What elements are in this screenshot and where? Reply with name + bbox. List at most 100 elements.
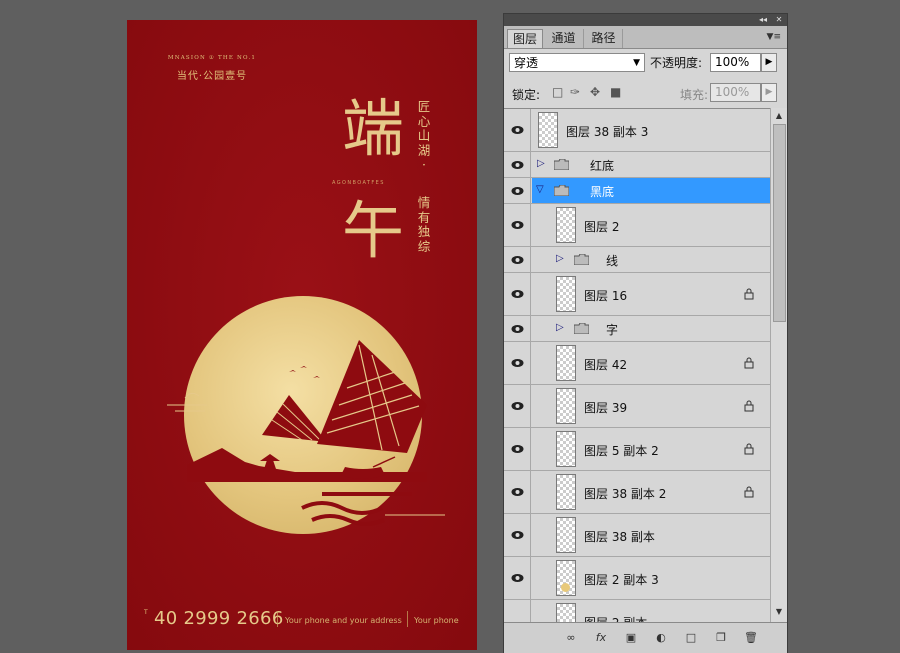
visibility-eye-icon[interactable] [504,273,531,315]
phone-number: 40 2999 2666 [154,608,284,629]
opacity-label: 不透明度: [650,56,703,70]
layer-row[interactable]: 图层 2 副本 [504,600,770,623]
layers-scrollbar[interactable]: ▲ ▼ [770,108,787,622]
visibility-eye-icon[interactable] [504,109,531,151]
layer-name: 图层 42 [584,358,628,372]
layer-row[interactable]: 图层 2 [504,204,770,247]
visibility-eye-icon[interactable] [504,557,531,599]
collapse-icon[interactable]: ◂◂ [758,15,768,24]
panel-footer: ∞ fx ▣ ◐ □ ❐ 🗑 [504,622,787,653]
visibility-eye-icon[interactable] [504,204,531,246]
lock-icon [744,288,754,300]
lock-transparent-icon[interactable]: □ [552,85,563,99]
new-layer-icon[interactable]: ❐ [712,630,730,646]
layer-row[interactable]: 图层 38 副本 [504,514,770,557]
folder-icon [574,323,589,334]
visibility-eye-icon[interactable] [504,342,531,384]
lock-all-icon[interactable]: ■ [610,85,621,99]
lock-icon [744,400,754,412]
layers-panel: ◂◂ ✕ 图层 通道 路径 ▼≡ 穿透 ▼ 不透明度: 100% ▶ 锁定: □… [503,13,788,653]
poster-canvas: MNASION ① THE NO.1 当代·公园壹号 端 午 AGONBOATF… [127,20,477,650]
address-text-2: Your phone [414,616,459,625]
folder-icon [574,254,589,265]
panel-titlebar[interactable]: ◂◂ ✕ [504,14,787,26]
address-text: Your phone and your address [285,616,402,625]
layers-list: 图层 38 副本 3 ▷ 红底 ▽ 黑底 图层 2 ▷ 线 图层 16 ▷ 字 … [504,108,770,623]
group-row-selected[interactable]: ▽ 黑底 [504,178,770,204]
group-name: 黑底 [590,185,615,199]
expand-triangle-icon[interactable]: ▷ [556,253,564,264]
layer-thumbnail [556,388,576,424]
expand-triangle-icon[interactable]: ▷ [556,322,564,333]
layer-name: 图层 38 副本 3 [566,125,649,139]
visibility-eye-icon[interactable] [504,247,531,272]
layer-row[interactable]: 图层 38 副本 3 [504,109,770,152]
layer-name: 图层 39 [584,401,628,415]
adjustment-icon[interactable]: ◐ [652,630,670,646]
footer-divider [277,611,278,627]
tab-channels[interactable]: 通道 [544,29,584,48]
group-row[interactable]: ▷ 线 [504,247,770,273]
layer-thumbnail [556,431,576,467]
group-name: 线 [606,254,619,268]
expand-triangle-icon[interactable]: ▷ [537,158,545,169]
lock-move-icon[interactable]: ✥ [590,85,600,99]
layer-thumbnail [556,474,576,510]
layer-row[interactable]: 图层 39 [504,385,770,428]
new-group-icon[interactable]: □ [682,630,700,646]
layer-name: 图层 5 副本 2 [584,444,659,458]
lock-label: 锁定: [512,88,541,102]
folder-icon [554,185,569,196]
scroll-down-icon[interactable]: ▼ [772,605,786,619]
visibility-eye-icon[interactable] [504,178,531,203]
visibility-eye-icon[interactable] [504,514,531,556]
visibility-eye-icon[interactable] [504,600,531,623]
tab-layers[interactable]: 图层 [507,29,543,48]
group-name: 红底 [590,159,615,173]
visibility-eye-icon[interactable] [504,471,531,513]
scrollbar-thumb[interactable] [773,124,786,322]
trash-icon[interactable]: 🗑 [742,630,760,646]
visibility-eye-icon[interactable] [504,316,531,341]
lock-icon [744,443,754,455]
lock-icon [744,357,754,369]
fx-icon[interactable]: fx [592,630,610,646]
zongzi-landscape-illustration [167,340,445,526]
layer-thumbnail [556,560,576,596]
folder-icon [554,159,569,170]
opacity-field[interactable]: 100% [710,53,761,72]
fill-field[interactable]: 100% [710,83,761,102]
layer-row[interactable]: 图层 38 副本 2 [504,471,770,514]
blend-mode-value: 穿透 [514,56,539,70]
layer-thumbnail [538,112,558,148]
layer-name: 图层 2 [584,220,620,234]
chevron-down-icon: ▼ [633,58,640,68]
lock-paint-icon[interactable]: ✑ [570,85,580,99]
layer-name: 图层 2 副本 3 [584,573,659,587]
visibility-eye-icon[interactable] [504,428,531,470]
scroll-up-icon[interactable]: ▲ [772,109,786,123]
close-icon[interactable]: ✕ [774,15,784,24]
panel-menu-icon[interactable]: ▼≡ [767,32,781,42]
layer-row[interactable]: 图层 2 副本 3 [504,557,770,600]
layer-name: 图层 38 副本 [584,530,655,544]
fill-slider-button[interactable]: ▶ [761,83,777,102]
group-row[interactable]: ▷ 红底 [504,152,770,178]
mask-icon[interactable]: ▣ [622,630,640,646]
blend-mode-select[interactable]: 穿透 ▼ [509,53,645,72]
footer-divider [407,611,408,627]
group-name: 字 [606,323,619,337]
layer-row[interactable]: 图层 42 [504,342,770,385]
visibility-eye-icon[interactable] [504,385,531,427]
tab-paths[interactable]: 路径 [585,29,623,48]
collapse-triangle-icon[interactable]: ▽ [536,184,544,195]
opacity-slider-button[interactable]: ▶ [761,53,777,72]
visibility-eye-icon[interactable] [504,152,531,177]
group-row[interactable]: ▷ 字 [504,316,770,342]
panel-tabbar: 图层 通道 路径 ▼≡ [504,26,787,49]
layer-row[interactable]: 图层 5 副本 2 [504,428,770,471]
layer-thumbnail [556,276,576,312]
layer-name: 图层 16 [584,289,628,303]
link-layers-icon[interactable]: ∞ [562,630,580,646]
layer-row[interactable]: 图层 16 [504,273,770,316]
